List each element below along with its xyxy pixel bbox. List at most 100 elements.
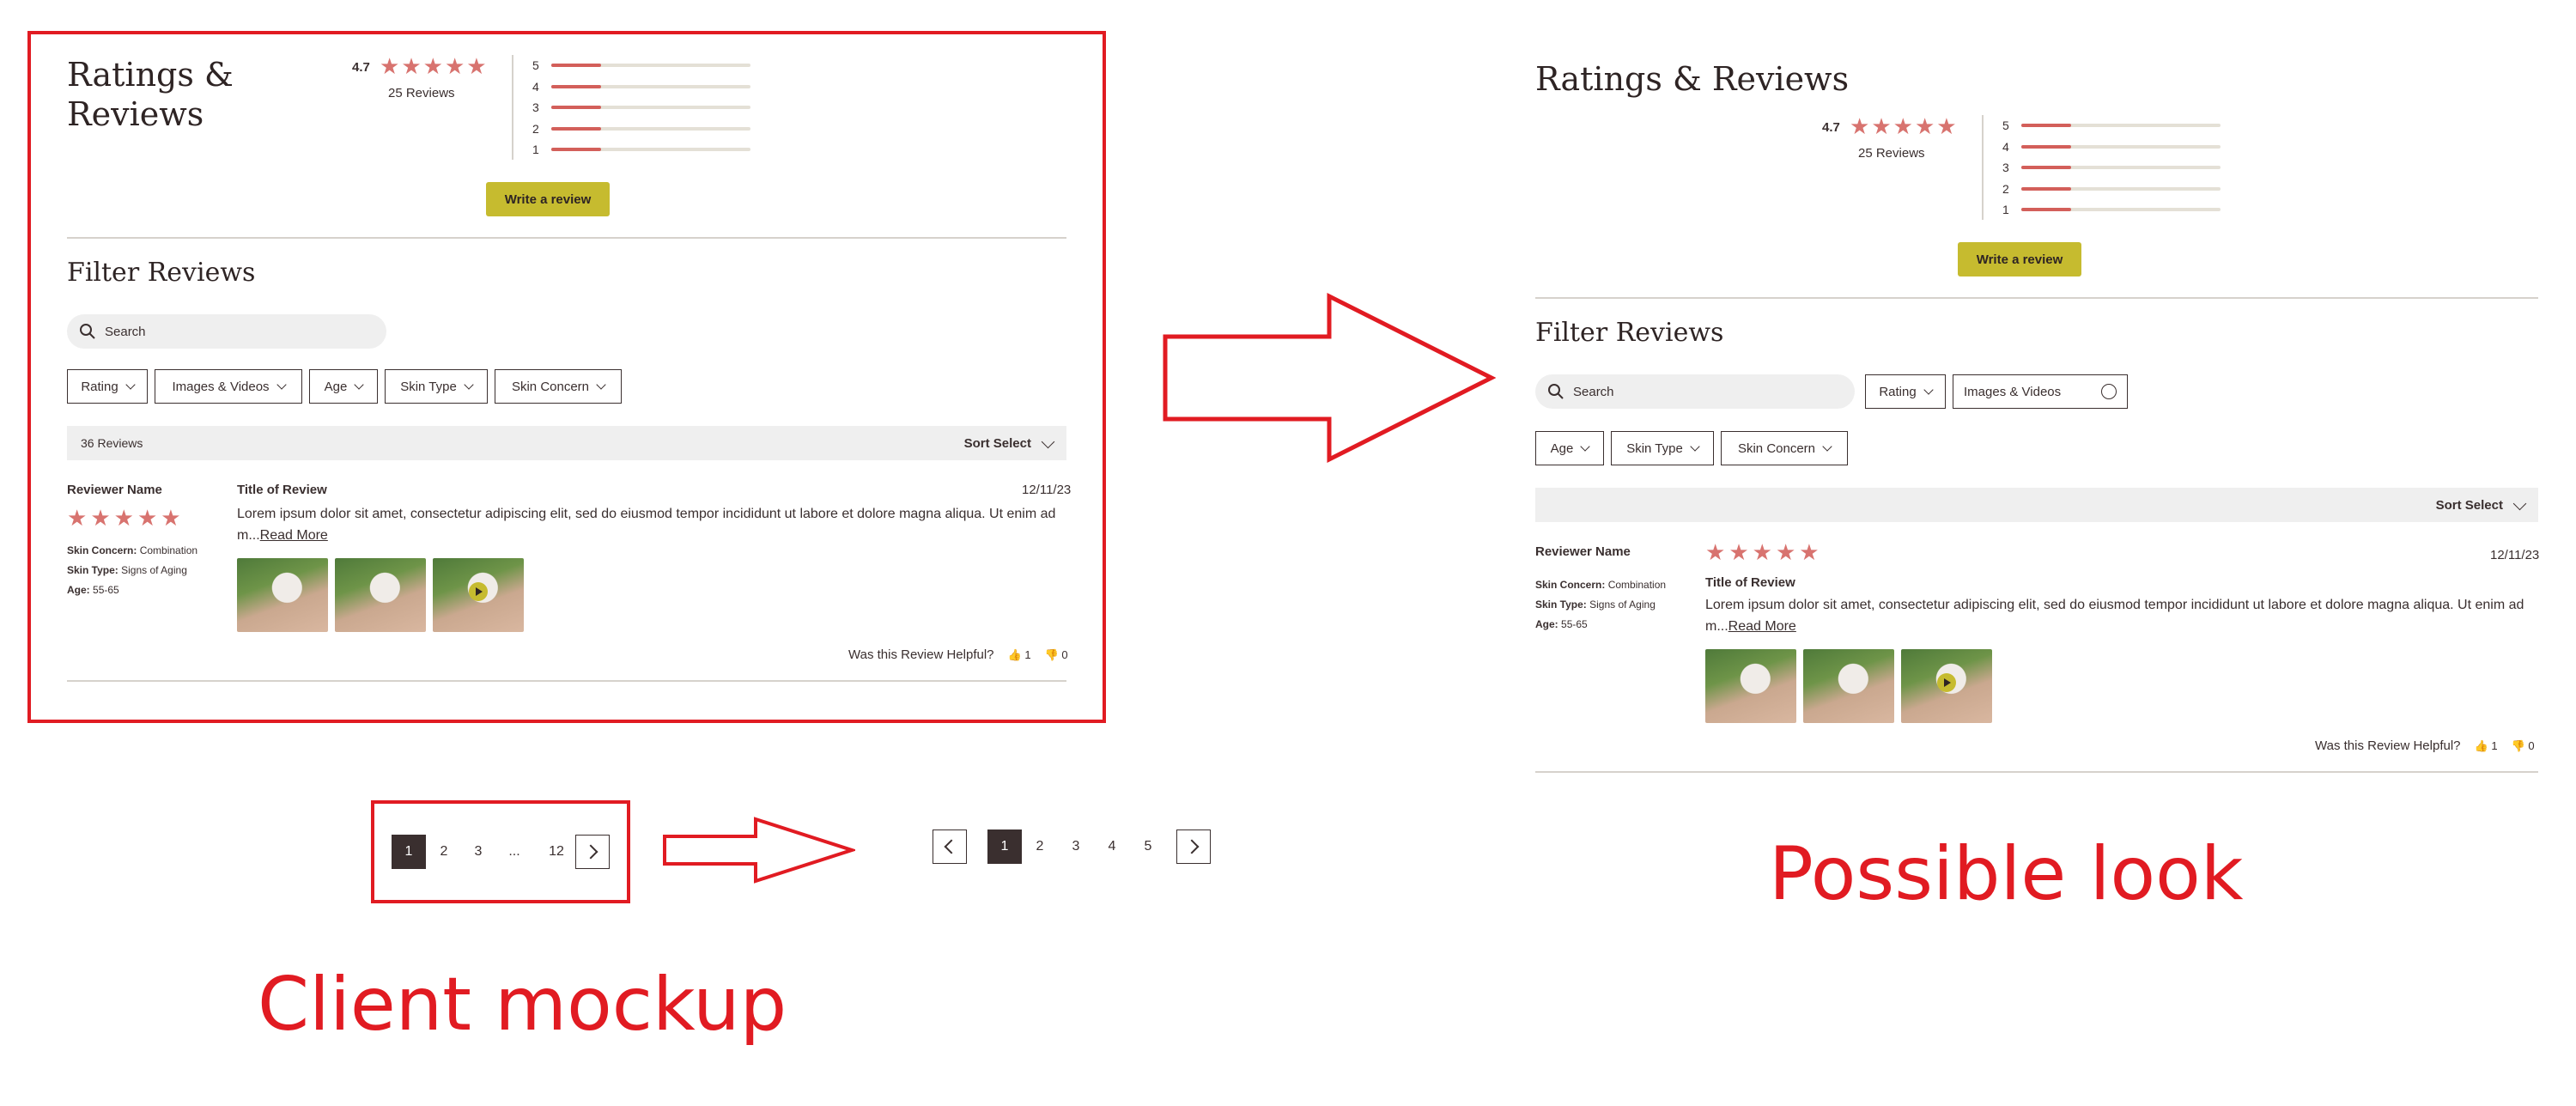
possible-review-count: 25 Reviews — [1858, 146, 1925, 161]
rating-bar-fill — [2021, 208, 2071, 211]
review-image[interactable] — [237, 558, 328, 632]
page-3[interactable]: 3 — [1061, 830, 1091, 864]
filter-skin-type[interactable]: Skin Type — [1611, 431, 1714, 465]
page-2[interactable]: 2 — [1025, 830, 1054, 864]
rating-bar-row: 4 — [532, 80, 750, 94]
skin-concern: Skin Concern: Combination — [67, 544, 198, 556]
filter-rating[interactable]: Rating — [1865, 374, 1946, 409]
thumbs-down-icon: 👎 — [1044, 647, 1059, 661]
caption-client: Client mockup — [258, 962, 787, 1048]
review-video[interactable] — [1901, 649, 1992, 723]
star-icon: ★ — [161, 505, 181, 531]
next-page-button[interactable] — [575, 835, 610, 869]
radio-toggle-icon — [2101, 384, 2117, 399]
review-image[interactable] — [1803, 649, 1894, 723]
reviewer-details: Skin Concern: Combination Skin Type: Sig… — [1535, 575, 1666, 635]
search-input[interactable]: Search — [67, 314, 386, 349]
sort-select[interactable]: Sort Select — [2435, 496, 2527, 513]
page-5[interactable]: 5 — [1133, 830, 1163, 864]
rating-bar-label: 4 — [2002, 139, 2009, 154]
mockup-review-count: 25 Reviews — [388, 86, 455, 100]
filter-label: Images & Videos — [1964, 384, 2062, 399]
reviews-summary-bar: 36 Reviews Sort Select — [67, 426, 1066, 460]
thumbs-up-button[interactable]: 👍 1 — [2475, 739, 2498, 753]
review-video[interactable] — [433, 558, 524, 632]
rating-bar-track — [2021, 124, 2221, 127]
read-more-link[interactable]: Read More — [260, 528, 328, 543]
reviews-total: 36 Reviews — [81, 436, 143, 450]
rating-bar-fill — [551, 106, 601, 109]
next-page-button[interactable] — [1176, 830, 1211, 864]
review-image[interactable] — [335, 558, 426, 632]
search-icon — [1548, 384, 1564, 399]
filter-age[interactable]: Age — [1535, 431, 1604, 465]
rating-bar-track — [551, 126, 750, 131]
filter-rating[interactable]: Rating — [67, 369, 148, 404]
rating-bar-track — [2021, 166, 2221, 169]
rating-bar-label: 1 — [532, 143, 539, 156]
helpful-row: Was this Review Helpful? 👍 1 👎 0 — [2315, 738, 2535, 753]
rating-bar-track — [551, 106, 750, 109]
thumbs-up-button[interactable]: 👍 1 — [1008, 648, 1031, 662]
star-icon: ★ — [137, 505, 158, 531]
helpful-row: Was this Review Helpful? 👍 1 👎 0 — [848, 647, 1068, 662]
sort-label: Sort Select — [2435, 497, 2503, 513]
review-title: Title of Review — [1705, 575, 1795, 590]
star-icon: ★ — [67, 505, 88, 531]
review-image[interactable] — [1705, 649, 1796, 723]
mockup-divider-vertical — [512, 55, 513, 160]
chevron-down-icon — [2512, 496, 2527, 510]
review-divider — [67, 680, 1066, 682]
rating-bar-row: 2 — [2002, 182, 2221, 196]
rating-bar-fill — [551, 126, 601, 131]
rating-bar-track — [551, 64, 750, 67]
filter-images-videos-toggle[interactable]: Images & Videos — [1953, 374, 2128, 409]
caption-possible: Possible look — [1769, 831, 2244, 917]
star-icon: ★ — [422, 53, 443, 79]
age: Age: 55-65 — [67, 584, 119, 596]
page-4[interactable]: 4 — [1097, 830, 1127, 864]
sort-select[interactable]: Sort Select — [964, 434, 1055, 451]
read-more-link[interactable]: Read More — [1728, 619, 1796, 634]
page-3[interactable]: 3 — [464, 835, 493, 869]
review-stars: ★ ★ ★ ★ ★ — [67, 507, 181, 529]
star-icon: ★ — [1850, 113, 1870, 139]
write-review-button[interactable]: Write a review — [1958, 242, 2081, 276]
filter-images-videos[interactable]: Images & Videos — [155, 369, 302, 404]
prev-page-button[interactable] — [933, 830, 967, 864]
chevron-left-icon — [944, 839, 959, 854]
filter-label: Skin Type — [1626, 441, 1683, 456]
page-1[interactable]: 1 — [987, 830, 1022, 864]
page-12[interactable]: 12 — [541, 835, 572, 869]
rating-bar-row: 1 — [532, 143, 750, 156]
page-1[interactable]: 1 — [392, 835, 426, 869]
possible-rating-stars: ★ ★ ★ ★ ★ — [1850, 115, 1957, 137]
mockup-title: Ratings & Reviews — [67, 56, 234, 133]
filter-title: Filter Reviews — [67, 258, 256, 288]
filter-skin-concern[interactable]: Skin Concern — [495, 369, 622, 404]
rating-bar-label: 1 — [2002, 203, 2009, 216]
thumbs-down-button[interactable]: 👎 0 — [1045, 648, 1068, 662]
chevron-down-icon — [1580, 441, 1591, 452]
search-input[interactable]: Search — [1535, 374, 1855, 409]
review-title: Title of Review — [237, 483, 327, 497]
filter-age[interactable]: Age — [309, 369, 378, 404]
write-review-button[interactable]: Write a review — [486, 182, 610, 216]
mockup-rating-stars: ★ ★ ★ ★ ★ — [380, 55, 487, 77]
thumbs-down-button[interactable]: 👎 0 — [2512, 739, 2535, 753]
rating-bar-row: 2 — [532, 122, 750, 136]
rating-bar-label: 3 — [532, 100, 539, 114]
filter-label: Rating — [1879, 384, 1917, 399]
chevron-down-icon — [1923, 385, 1934, 395]
filter-skin-concern[interactable]: Skin Concern — [1721, 431, 1848, 465]
page-2[interactable]: 2 — [429, 835, 459, 869]
possible-rating-value: 4.7 — [1822, 120, 1840, 135]
rating-bar-fill — [551, 84, 601, 88]
rating-bar-track — [2021, 186, 2221, 191]
thumbs-up-icon: 👍 — [2474, 738, 2488, 752]
filter-label: Age — [1550, 441, 1574, 456]
filter-skin-type[interactable]: Skin Type — [385, 369, 488, 404]
star-icon: ★ — [1871, 113, 1892, 139]
star-icon: ★ — [466, 53, 487, 79]
skin-type: Skin Type: Signs of Aging — [67, 564, 187, 576]
